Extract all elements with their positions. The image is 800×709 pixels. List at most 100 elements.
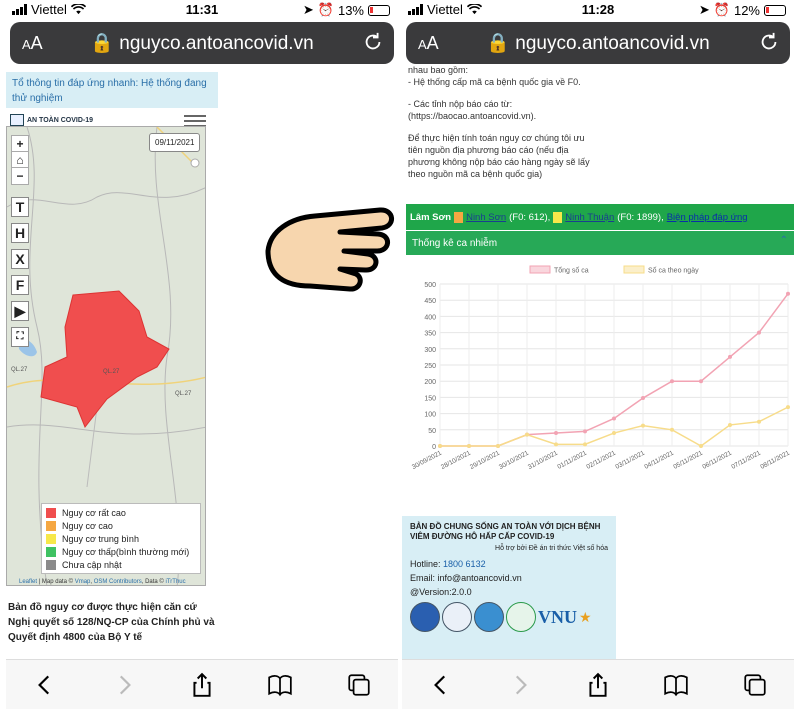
bookmarks-icon[interactable] [267,672,293,698]
chevron-up-icon[interactable]: ⌃ [780,235,788,246]
risk-map[interactable]: QL.27 QL.27 QL.27 09/11/2021 + ⌂ − T H X… [6,126,206,586]
x-tick-label: 31/10/2021 [527,449,559,471]
alarm-icon: ⏰ [713,2,730,17]
covid-logo-icon [10,114,24,126]
tabs-icon[interactable] [742,672,768,698]
data-point [728,422,732,427]
home-button[interactable]: ⌂ [11,151,29,168]
x-tick-label: 05/11/2021 [672,449,704,470]
text-line: - Hệ thống cấp mã ca bệnh quốc gia về F0… [408,77,581,87]
brand-logo: AN TOÀN COVID-19 [10,114,93,126]
legend-item: Nguy cơ thấp(bình thường mới) [46,545,196,558]
zoom-in-button[interactable]: + [11,135,29,152]
text-line: phương không nộp báo cáo hàng ngày sẽ lấ… [408,157,590,167]
owner-link[interactable]: iTrThuc [166,579,186,585]
y-tick-label: 450 [424,298,436,305]
legend-swatch [46,546,56,557]
legend-swatch [46,533,56,544]
fullscreen-icon: ⛶ [16,331,24,342]
data-point [525,432,529,437]
stats-section-header[interactable]: Thống kê ca nhiễm ⌃ [406,231,794,255]
x-tick-label: 01/11/2021 [556,449,588,470]
share-icon[interactable] [585,672,611,698]
info-text: nhau bao gồm: - Hệ thống cấp mã ca bệnh … [408,66,628,180]
notice-banner: Tổ thông tin đáp ứng nhanh: Hệ thống đan… [6,72,218,108]
data-point [699,379,703,384]
legend-swatch [623,265,645,274]
data-point [786,291,790,296]
road-label: QL.27 [175,391,192,397]
tool-x-button[interactable]: X [11,249,29,269]
star-logo-icon: ★ [579,608,592,625]
text-line: nhau bao gồm: [408,66,469,75]
legend-label: Nguy cơ cao [62,520,113,531]
url-text[interactable]: 🔒 nguyco.antoancovid.vn [10,31,394,55]
tabs-icon[interactable] [346,672,372,698]
hotline-number[interactable]: 1800 6132 [443,559,486,569]
cases-chart-svg: 0 50 100 150 200 250 300 350 400 450 500 30/09/2021… [411,265,791,471]
status-bar: Viettel 11:28 ➤ ⏰ 12% [402,0,794,20]
reload-icon[interactable] [758,31,780,53]
data-point [554,442,558,447]
data-point [757,419,761,424]
battery-percent: 12% [733,2,760,18]
y-tick-label: 300 [424,347,436,354]
map-legend: Nguy cơ rất cao Nguy cơ cao Nguy cơ trun… [41,503,201,574]
data-point [641,423,645,428]
battery-icon [764,4,786,16]
legend-label: Nguy cơ trung bình [62,533,139,544]
share-icon[interactable] [189,672,215,698]
browser-toolbar [6,659,398,709]
url-text[interactable]: 🔒 nguyco.antoancovid.vn [406,31,790,55]
tool-t-button[interactable]: T [11,197,29,217]
back-icon[interactable] [32,672,58,698]
site-footer: BẢN ĐỒ CHUNG SỐNG AN TOÀN VỚI DỊCH BỆNH … [402,516,616,659]
address-bar[interactable]: AA 🔒 nguyco.antoancovid.vn [10,22,394,64]
footer-version: @Version:2.0.0 [410,587,472,597]
osm-link[interactable]: OSM Contributors [94,579,142,585]
url-value: nguyco.antoancovid.vn [119,33,314,54]
alarm-icon: ⏰ [317,2,334,17]
risk-swatch [454,211,464,223]
reload-icon[interactable] [362,31,384,53]
attribution-data: , Data © [141,579,166,585]
pointing-hand-icon [265,207,394,292]
forward-icon[interactable] [111,672,137,698]
province-f0: (F0: 1899), [617,211,664,223]
province-link[interactable]: Ninh Thuận [565,212,614,223]
page-content: Tổ thông tin đáp ứng nhanh: Hệ thống đan… [6,66,398,659]
footer-support: Hỗ trợ bởi Đề án tri thức Việt số hóa [495,545,608,552]
academy-logo-icon [442,602,472,632]
forward-icon[interactable] [507,672,533,698]
address-bar[interactable]: AA 🔒 nguyco.antoancovid.vn [406,22,790,64]
x-tick-label: 02/11/2021 [585,449,617,470]
play-button[interactable]: ▶ [11,301,29,321]
y-tick-label: 100 [424,412,436,419]
region-place: Lâm Sơn [410,211,452,223]
y-tick-label: 0 [432,444,436,451]
zoom-out-button[interactable]: − [11,167,29,185]
legend-item: Nguy cơ rất cao [46,506,196,519]
fullscreen-button[interactable]: ⛶ [11,327,29,347]
back-icon[interactable] [428,672,454,698]
y-tick-label: 500 [424,282,436,289]
tool-h-button[interactable]: H [11,223,29,243]
battery-icon [368,4,390,16]
legend-swatch [46,520,56,531]
brand-text: AN TOÀN COVID-19 [27,116,93,124]
bookmarks-icon[interactable] [663,672,689,698]
text-line: (https://baocao.antoancovid.vn). [408,111,537,121]
vmap-link[interactable]: Vmap [75,579,91,585]
leaflet-link[interactable]: Leaflet [19,579,37,585]
location-icon: ➤ [698,2,710,17]
response-measures-link[interactable]: Biện pháp đáp ứng [667,212,748,223]
district-link[interactable]: Ninh Sơn [466,212,506,223]
legend-item: Nguy cơ cao [46,519,196,532]
status-bar: Viettel 11:31 ➤ ⏰ 13% [6,0,398,20]
data-point [583,429,587,434]
data-point [554,431,558,436]
legend-swatch [529,265,551,274]
data-point [699,444,703,448]
footer-hotline: Hotline: 1800 6132 [410,558,608,570]
tool-f-button[interactable]: F [11,275,29,295]
